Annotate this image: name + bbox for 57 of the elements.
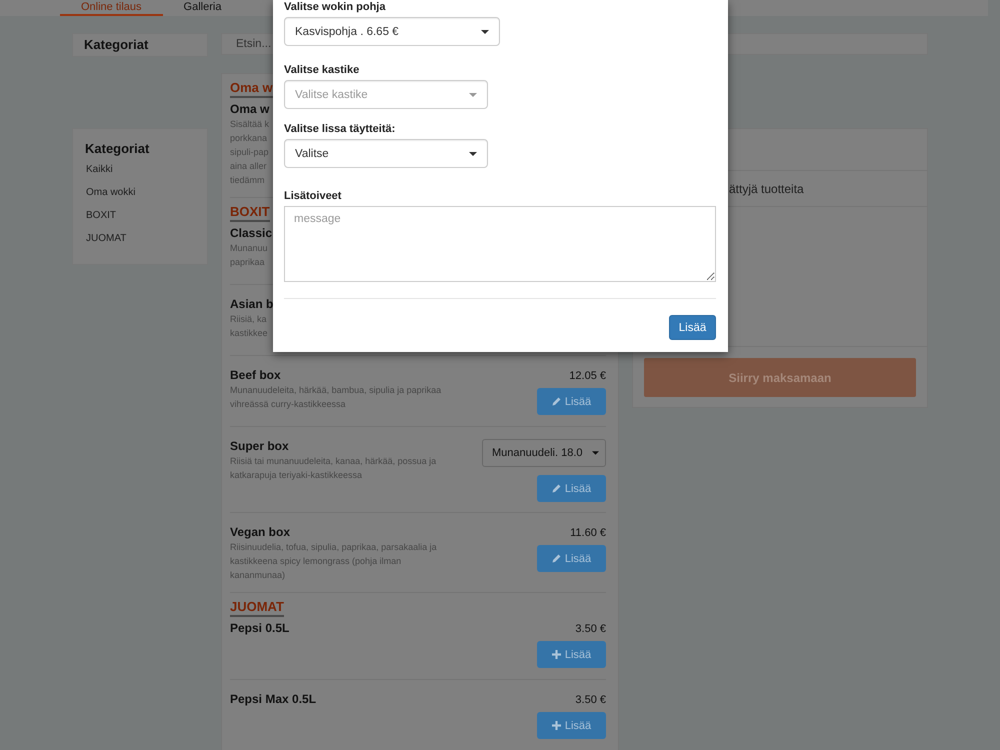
category-link[interactable]: JUOMAT <box>85 227 126 250</box>
product-description: Riisiä tai munanuudeleita, kanaa, härkää, possua ja katkarapuja teriyaki-kastikkeessa <box>230 455 438 482</box>
category-link[interactable]: Kaikki <box>85 158 113 181</box>
select-field[interactable]: Valitse <box>284 139 488 168</box>
product-name: Vegan box <box>230 525 290 540</box>
product-price: 3.50 € <box>575 693 606 708</box>
add-button[interactable]: Lisää <box>537 475 606 502</box>
caret-icon <box>592 451 599 455</box>
caret-icon <box>469 92 477 96</box>
message-field[interactable]: message <box>284 206 716 282</box>
plus-icon <box>552 650 561 659</box>
add-button[interactable]: Lisää <box>669 315 716 340</box>
add-button[interactable]: Lisää <box>537 545 606 572</box>
pencil-icon <box>552 554 561 563</box>
product-description: Sisältää k <box>230 118 270 131</box>
product-name: Classic <box>230 226 272 241</box>
product-price: 11.60 € <box>570 526 606 541</box>
category-link[interactable]: BOXIT <box>85 204 116 227</box>
product-description: Munanuudeleita, härkää, bambua, sipulia ja paprikaa vihreässä curry-kastikkeessa <box>230 384 442 411</box>
plus-icon <box>552 721 561 730</box>
product-description: porkkana <box>230 132 268 145</box>
product-name: Oma w <box>230 102 270 117</box>
product-name: Pepsi Max 0.5L <box>230 692 316 707</box>
nav-tab[interactable]: Galleria <box>162 0 242 16</box>
product-price: 3.50 € <box>575 622 606 637</box>
product-description: tiedämm <box>230 174 265 187</box>
product-description: Munanuu <box>230 242 268 255</box>
field-label: Valitse wokin pohja <box>284 1 386 14</box>
section-heading: JUOMAT <box>230 599 284 617</box>
product-name: Asian b <box>230 297 274 312</box>
add-button[interactable]: Lisää <box>537 641 606 668</box>
cart-empty-text: ättyjä tuotteita <box>729 182 804 196</box>
option-select[interactable]: Munanuudeli. 18.0 <box>482 439 606 467</box>
product-description: sipuli-pap <box>230 146 269 159</box>
product-name: Super box <box>230 439 289 454</box>
panel-title: Kategoriat <box>85 140 150 158</box>
product-name: Pepsi 0.5L <box>230 621 290 636</box>
add-button[interactable]: Lisää <box>537 712 606 739</box>
nav-tab[interactable]: Online tilaus <box>60 0 163 16</box>
field-label: Lisätoiveet <box>284 190 342 203</box>
select-field[interactable]: Valitse kastike <box>284 80 488 109</box>
product-price: 12.05 € <box>569 369 606 384</box>
product-description: aina aller <box>230 160 267 173</box>
caret-icon <box>469 152 477 156</box>
field-label: Valitse lissa täytteitä: <box>284 123 396 136</box>
section-heading: BOXIT <box>230 204 270 222</box>
add-button[interactable]: Lisää <box>537 388 606 415</box>
product-description: kastikkee <box>230 327 268 340</box>
panel-title: Kategoriat <box>84 36 148 54</box>
product-name: Beef box <box>230 368 281 383</box>
product-description: Riisiä, ka <box>230 313 267 326</box>
field-label: Valitse kastike <box>284 64 360 77</box>
pencil-icon <box>552 484 561 493</box>
product-description: paprikaa <box>230 256 265 269</box>
category-link[interactable]: Oma wokki <box>85 181 136 204</box>
product-description: Riisinuudelia, tofua, sipulia, paprikaa, parsakaalia ja kastikkeena spicy lemongrass (pohja ilman kananmunaa) <box>230 541 438 582</box>
pencil-icon <box>552 397 561 406</box>
